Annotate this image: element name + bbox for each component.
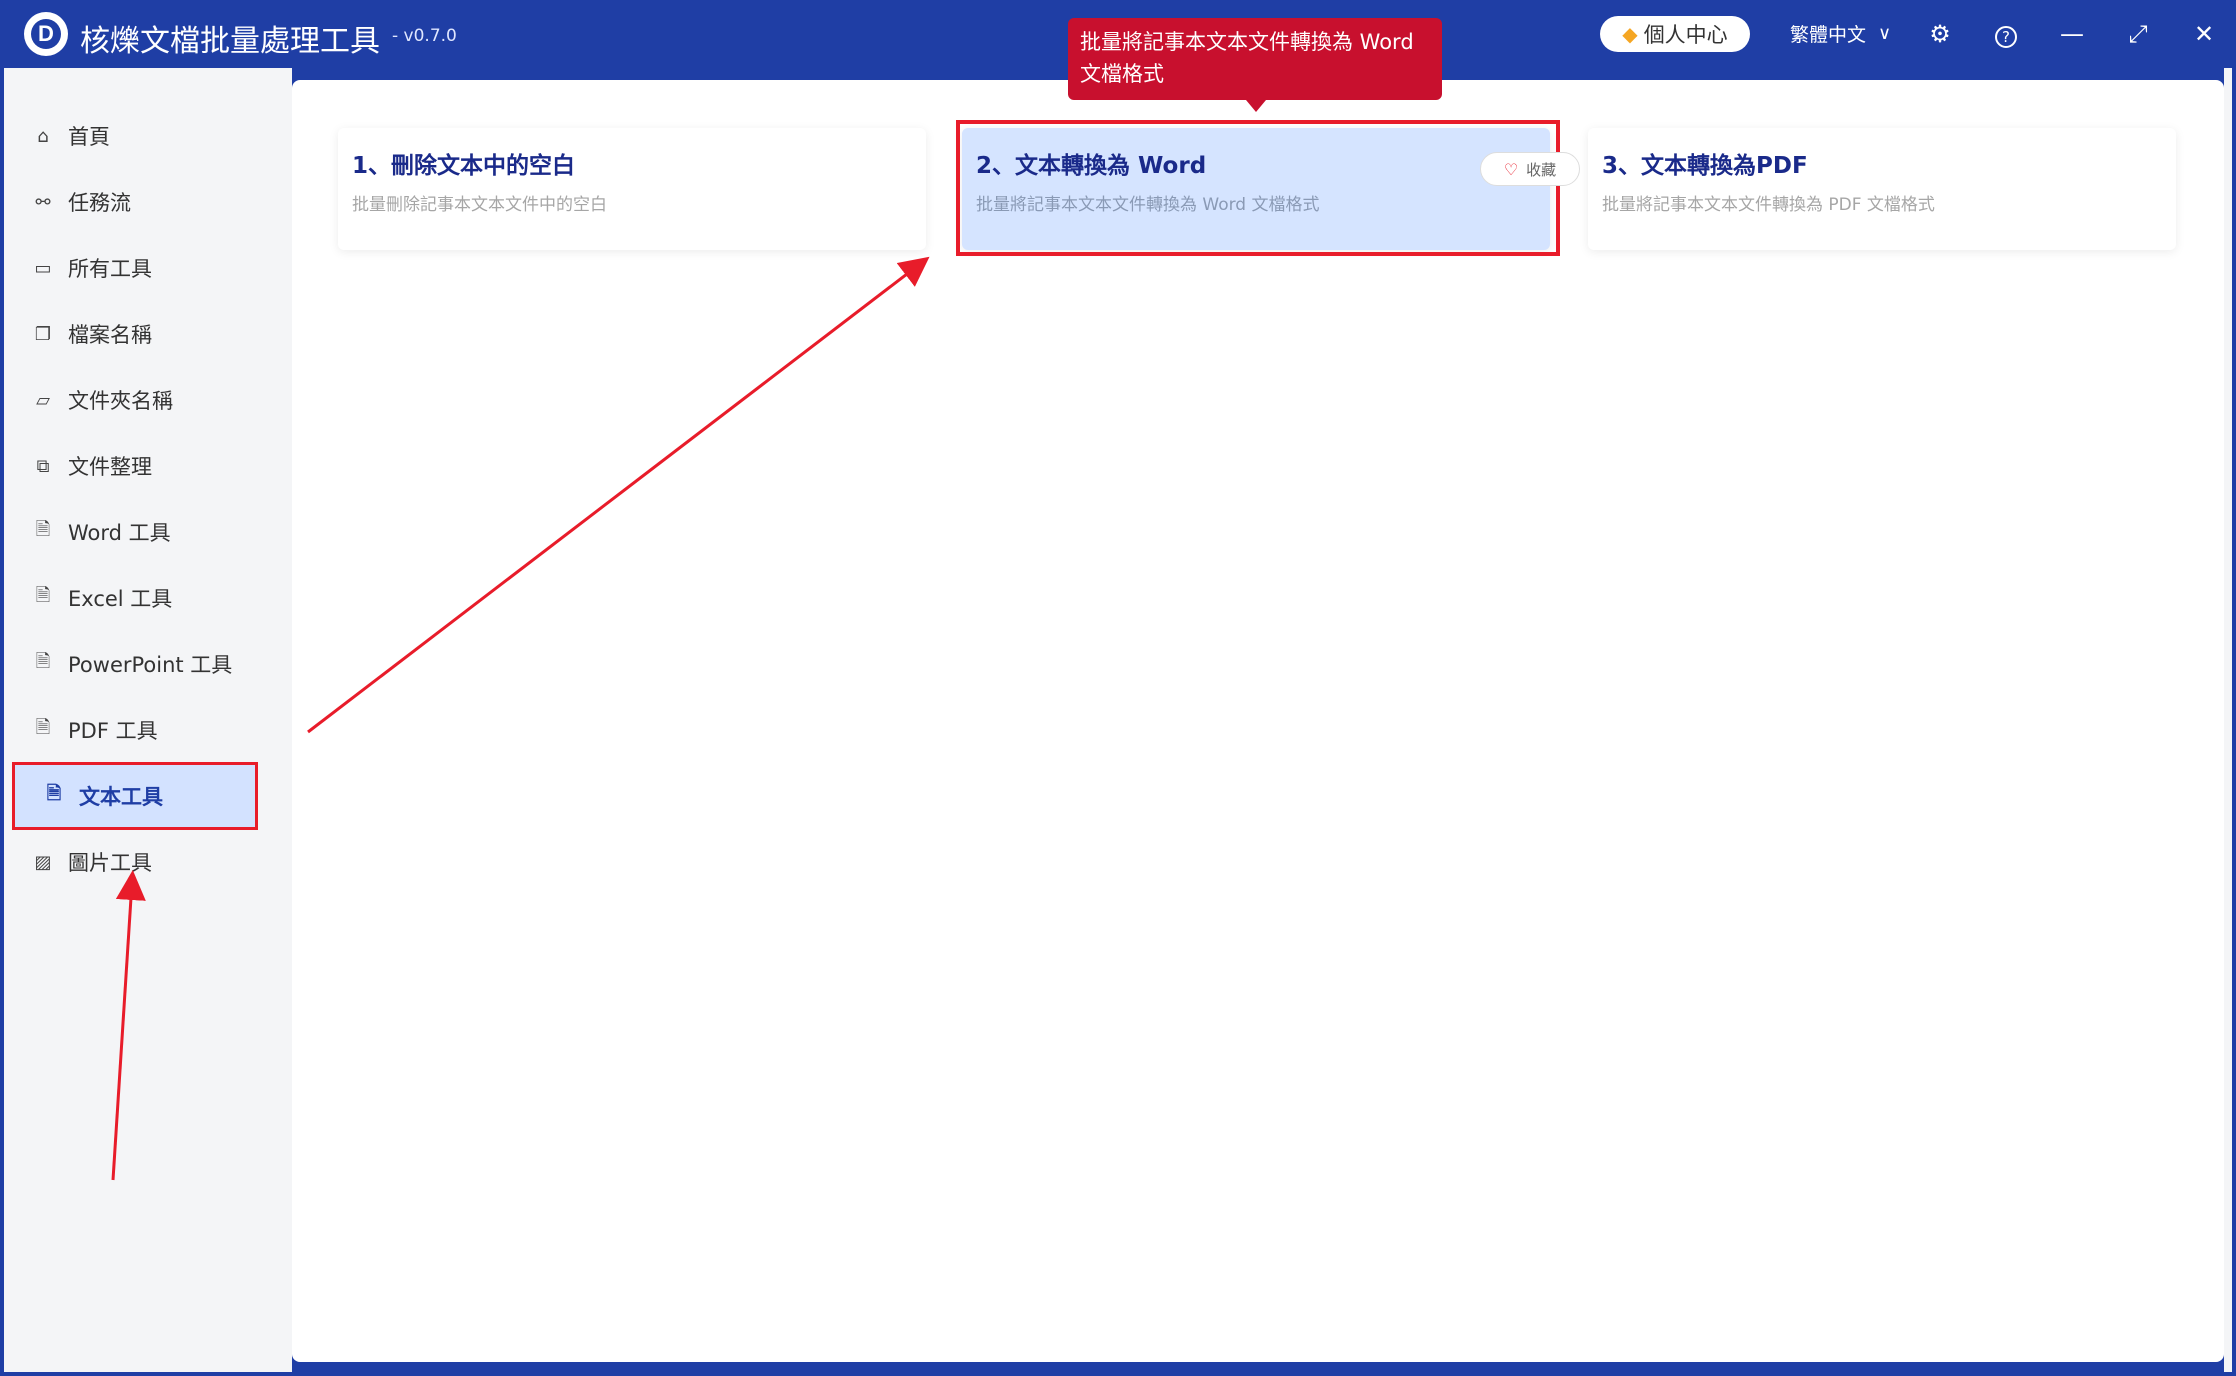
- sidebar-item-label: PDF 工具: [68, 719, 158, 743]
- image-icon: ▨: [34, 851, 52, 873]
- language-label: 繁體中文: [1790, 24, 1867, 46]
- sidebar-item-label: 首頁: [68, 125, 110, 149]
- sidebar-item-text-tools[interactable]: 🗎 文本工具: [12, 762, 258, 830]
- app-title: 核爍文檔批量處理工具: [80, 24, 380, 59]
- sidebar-item-label: 文件夾名稱: [68, 389, 173, 413]
- diamond-icon: ◆: [1622, 22, 1638, 46]
- card-description: 批量刪除記事本文本文件中的空白: [352, 195, 607, 215]
- settings-gear-icon[interactable]: ⚙: [1920, 14, 1960, 54]
- window-edge: [2224, 68, 2232, 1372]
- sidebar-item-file-name[interactable]: ❐ 檔案名稱: [32, 314, 152, 354]
- pdf-file-icon: 🗎: [35, 717, 51, 738]
- favorite-label: 收藏: [1526, 160, 1557, 179]
- minimize-icon[interactable]: —: [2052, 14, 2092, 54]
- sidebar-item-label: 檔案名稱: [68, 323, 152, 347]
- excel-file-icon: 🗎: [35, 585, 51, 606]
- personal-center-label: 個人中心: [1643, 23, 1728, 47]
- sidebar-item-excel-tools[interactable]: 🗎 Excel 工具: [32, 578, 173, 618]
- sidebar-item-label: 文件整理: [68, 455, 152, 479]
- help-icon[interactable]: ?: [1986, 14, 2026, 54]
- chevron-down-icon: ∨: [1878, 23, 1892, 44]
- sidebar-item-label: 任務流: [68, 191, 131, 215]
- main-panel: 1、刪除文本中的空白 批量刪除記事本文本文件中的空白 2、文本轉換為 Word …: [292, 80, 2224, 1362]
- tool-card-remove-whitespace[interactable]: 1、刪除文本中的空白 批量刪除記事本文本文件中的空白: [338, 128, 926, 250]
- sidebar-item-label: Excel 工具: [68, 587, 173, 611]
- sidebar-item-label: 文本工具: [79, 785, 163, 809]
- close-icon[interactable]: ✕: [2184, 14, 2224, 54]
- card-title: 3、文本轉換為PDF: [1602, 153, 1808, 179]
- heart-icon: ♡: [1503, 159, 1519, 179]
- file-name-icon: ❐: [34, 323, 52, 345]
- ppt-file-icon: 🗎: [35, 651, 51, 672]
- sidebar-item-home[interactable]: ⌂ 首頁: [32, 116, 110, 156]
- text-file-icon: 🗎: [46, 783, 62, 804]
- sidebar-item-pdf-tools[interactable]: 🗎 PDF 工具: [32, 710, 158, 750]
- sidebar-item-label: PowerPoint 工具: [68, 653, 233, 677]
- app-logo: D: [24, 12, 68, 56]
- sidebar-item-label: 所有工具: [68, 257, 152, 281]
- sidebar-item-workflow[interactable]: ⚯ 任務流: [32, 182, 131, 222]
- word-file-icon: 🗎: [35, 519, 51, 540]
- card-description: 批量將記事本文本文件轉換為 PDF 文檔格式: [1602, 195, 1935, 215]
- app-version: - v0.7.0: [392, 26, 457, 46]
- sidebar-item-powerpoint-tools[interactable]: 🗎 PowerPoint 工具: [32, 644, 233, 684]
- sidebar-item-all-tools[interactable]: ▭ 所有工具: [32, 248, 152, 288]
- organize-icon: ⧉: [36, 455, 50, 477]
- sidebar-item-label: 圖片工具: [68, 851, 152, 875]
- sidebar-item-organize[interactable]: ⧉ 文件整理: [32, 446, 152, 486]
- monitor-icon: ▭: [34, 257, 52, 279]
- sidebar-item-image-tools[interactable]: ▨ 圖片工具: [32, 842, 152, 882]
- home-icon: ⌂: [37, 125, 49, 147]
- language-select[interactable]: 繁體中文 ∨: [1790, 20, 1891, 47]
- personal-center-button[interactable]: ◆ 個人中心: [1600, 16, 1750, 52]
- tooltip: 批量將記事本文本文件轉換為 Word 文檔格式: [1068, 18, 1442, 112]
- sidebar: ⌂ 首頁 ⚯ 任務流 ▭ 所有工具 ❐ 檔案名稱 ▱ 文件夾名稱 ⧉ 文件整理 …: [4, 68, 292, 1372]
- sidebar-item-folder-name[interactable]: ▱ 文件夾名稱: [32, 380, 173, 420]
- sidebar-item-word-tools[interactable]: 🗎 Word 工具: [32, 512, 171, 552]
- workflow-icon: ⚯: [35, 191, 51, 213]
- tool-card-text-to-pdf[interactable]: 3、文本轉換為PDF 批量將記事本文本文件轉換為 PDF 文檔格式: [1588, 128, 2176, 250]
- folder-icon: ▱: [36, 389, 50, 411]
- maximize-icon[interactable]: ⤢: [2118, 14, 2158, 54]
- highlight-box: [956, 120, 1560, 256]
- sidebar-item-label: Word 工具: [68, 521, 171, 545]
- card-title: 1、刪除文本中的空白: [352, 153, 576, 179]
- favorite-button[interactable]: ♡ 收藏: [1480, 152, 1580, 186]
